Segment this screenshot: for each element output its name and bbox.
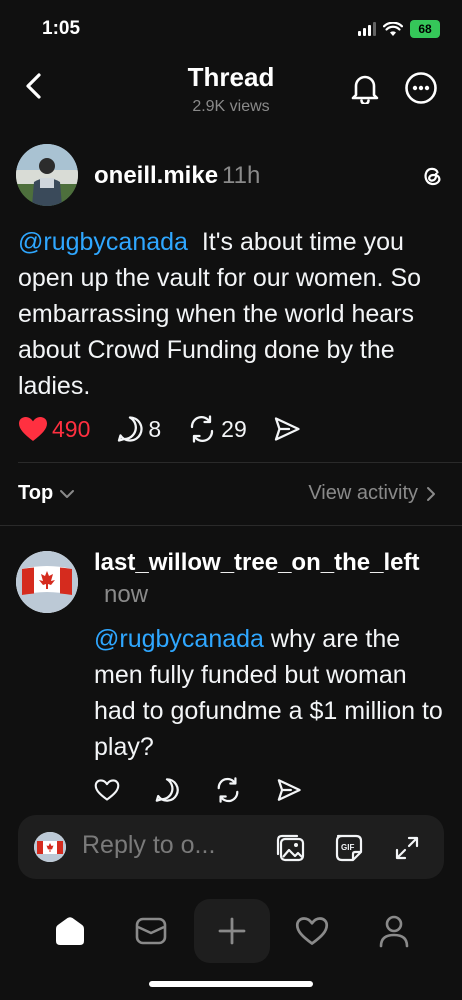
svg-text:GIF: GIF	[341, 843, 354, 852]
home-icon	[56, 917, 84, 945]
repost-count: 29	[221, 415, 247, 442]
nav-activity[interactable]	[274, 899, 350, 963]
chevron-right-icon	[427, 486, 435, 501]
notifications-button[interactable]	[345, 68, 385, 108]
like-count: 490	[52, 415, 91, 442]
repost-icon[interactable]	[214, 777, 242, 803]
image-icon	[276, 834, 305, 862]
reply-username[interactable]: last_willow_tree_on_the_left	[94, 549, 419, 576]
post-author[interactable]: oneill.mike 11h	[94, 162, 260, 190]
status-time: 1:05	[42, 18, 81, 39]
view-count: 2.9K views	[192, 98, 270, 115]
home-indicator	[149, 981, 313, 987]
reply-author[interactable]: last_willow_tree_on_the_leftnow	[94, 547, 424, 611]
bell-icon	[351, 75, 379, 104]
sort-dropdown[interactable]: Top	[18, 482, 75, 505]
heart-filled-icon	[19, 417, 47, 441]
nav-profile[interactable]	[356, 899, 432, 963]
plus-icon	[218, 917, 246, 945]
comment-count: 8	[148, 415, 162, 442]
photo-button[interactable]	[274, 831, 308, 865]
mention-link[interactable]: @rugbycanada	[18, 228, 188, 256]
comment-icon[interactable]	[154, 777, 180, 803]
battery-indicator: 68	[410, 20, 440, 38]
post-username[interactable]: oneill.mike	[94, 162, 218, 189]
post-timestamp: 11h	[222, 162, 261, 189]
status-icons: 68	[358, 20, 440, 38]
thread-header: Thread 2.9K views	[0, 58, 462, 122]
post-text: @rugbycanada It's about time you open up…	[18, 224, 448, 404]
chevron-down-icon	[60, 489, 75, 498]
canada-flag-avatar	[16, 551, 78, 613]
avatar[interactable]	[16, 551, 78, 613]
gif-icon: GIF	[335, 834, 363, 862]
sort-row: Top View activity	[0, 478, 462, 510]
more-options-button[interactable]	[401, 68, 441, 108]
repost-icon	[191, 415, 214, 443]
comment-button[interactable]: 8	[116, 415, 161, 443]
canada-flag-avatar	[34, 832, 66, 862]
nav-messages[interactable]	[113, 899, 189, 963]
view-activity-label: View activity	[308, 482, 418, 504]
bottom-navigation	[0, 895, 462, 965]
avatar-photo	[16, 144, 78, 206]
inbox-icon	[135, 917, 167, 945]
like-button[interactable]: 490	[18, 416, 90, 443]
expand-icon	[395, 836, 419, 860]
gif-button[interactable]: GIF	[332, 831, 366, 865]
nav-create[interactable]	[194, 899, 270, 963]
signal-icon	[358, 22, 376, 36]
threads-logo-icon[interactable]	[418, 162, 446, 190]
page-title: Thread	[187, 62, 275, 92]
reply-actions	[94, 777, 302, 803]
divider	[18, 462, 462, 463]
comment-icon	[118, 416, 143, 442]
reply-timestamp: now	[104, 581, 149, 608]
divider	[0, 525, 462, 526]
wifi-icon	[383, 21, 403, 36]
reply-composer[interactable]: Reply to o... GIF	[18, 815, 444, 879]
send-icon	[274, 417, 300, 441]
status-bar: 1:05 68	[0, 0, 462, 58]
post-actions: 490 8 29	[18, 412, 327, 446]
share-button[interactable]	[273, 416, 301, 442]
reply-input[interactable]: Reply to o...	[82, 831, 215, 860]
repost-button[interactable]: 29	[187, 415, 247, 443]
send-icon[interactable]	[276, 778, 302, 802]
reply-text: @rugbycanada why are the men fully funde…	[94, 621, 446, 765]
profile-icon	[379, 915, 409, 948]
sort-label: Top	[18, 482, 54, 504]
view-activity-link[interactable]: View activity	[308, 482, 436, 505]
expand-button[interactable]	[390, 831, 424, 865]
avatar[interactable]	[16, 144, 78, 206]
more-icon	[405, 72, 437, 104]
heart-icon[interactable]	[94, 778, 120, 802]
mention-link[interactable]: @rugbycanada	[94, 625, 264, 653]
heart-icon	[295, 917, 329, 945]
nav-home[interactable]	[32, 899, 108, 963]
avatar	[34, 832, 66, 862]
